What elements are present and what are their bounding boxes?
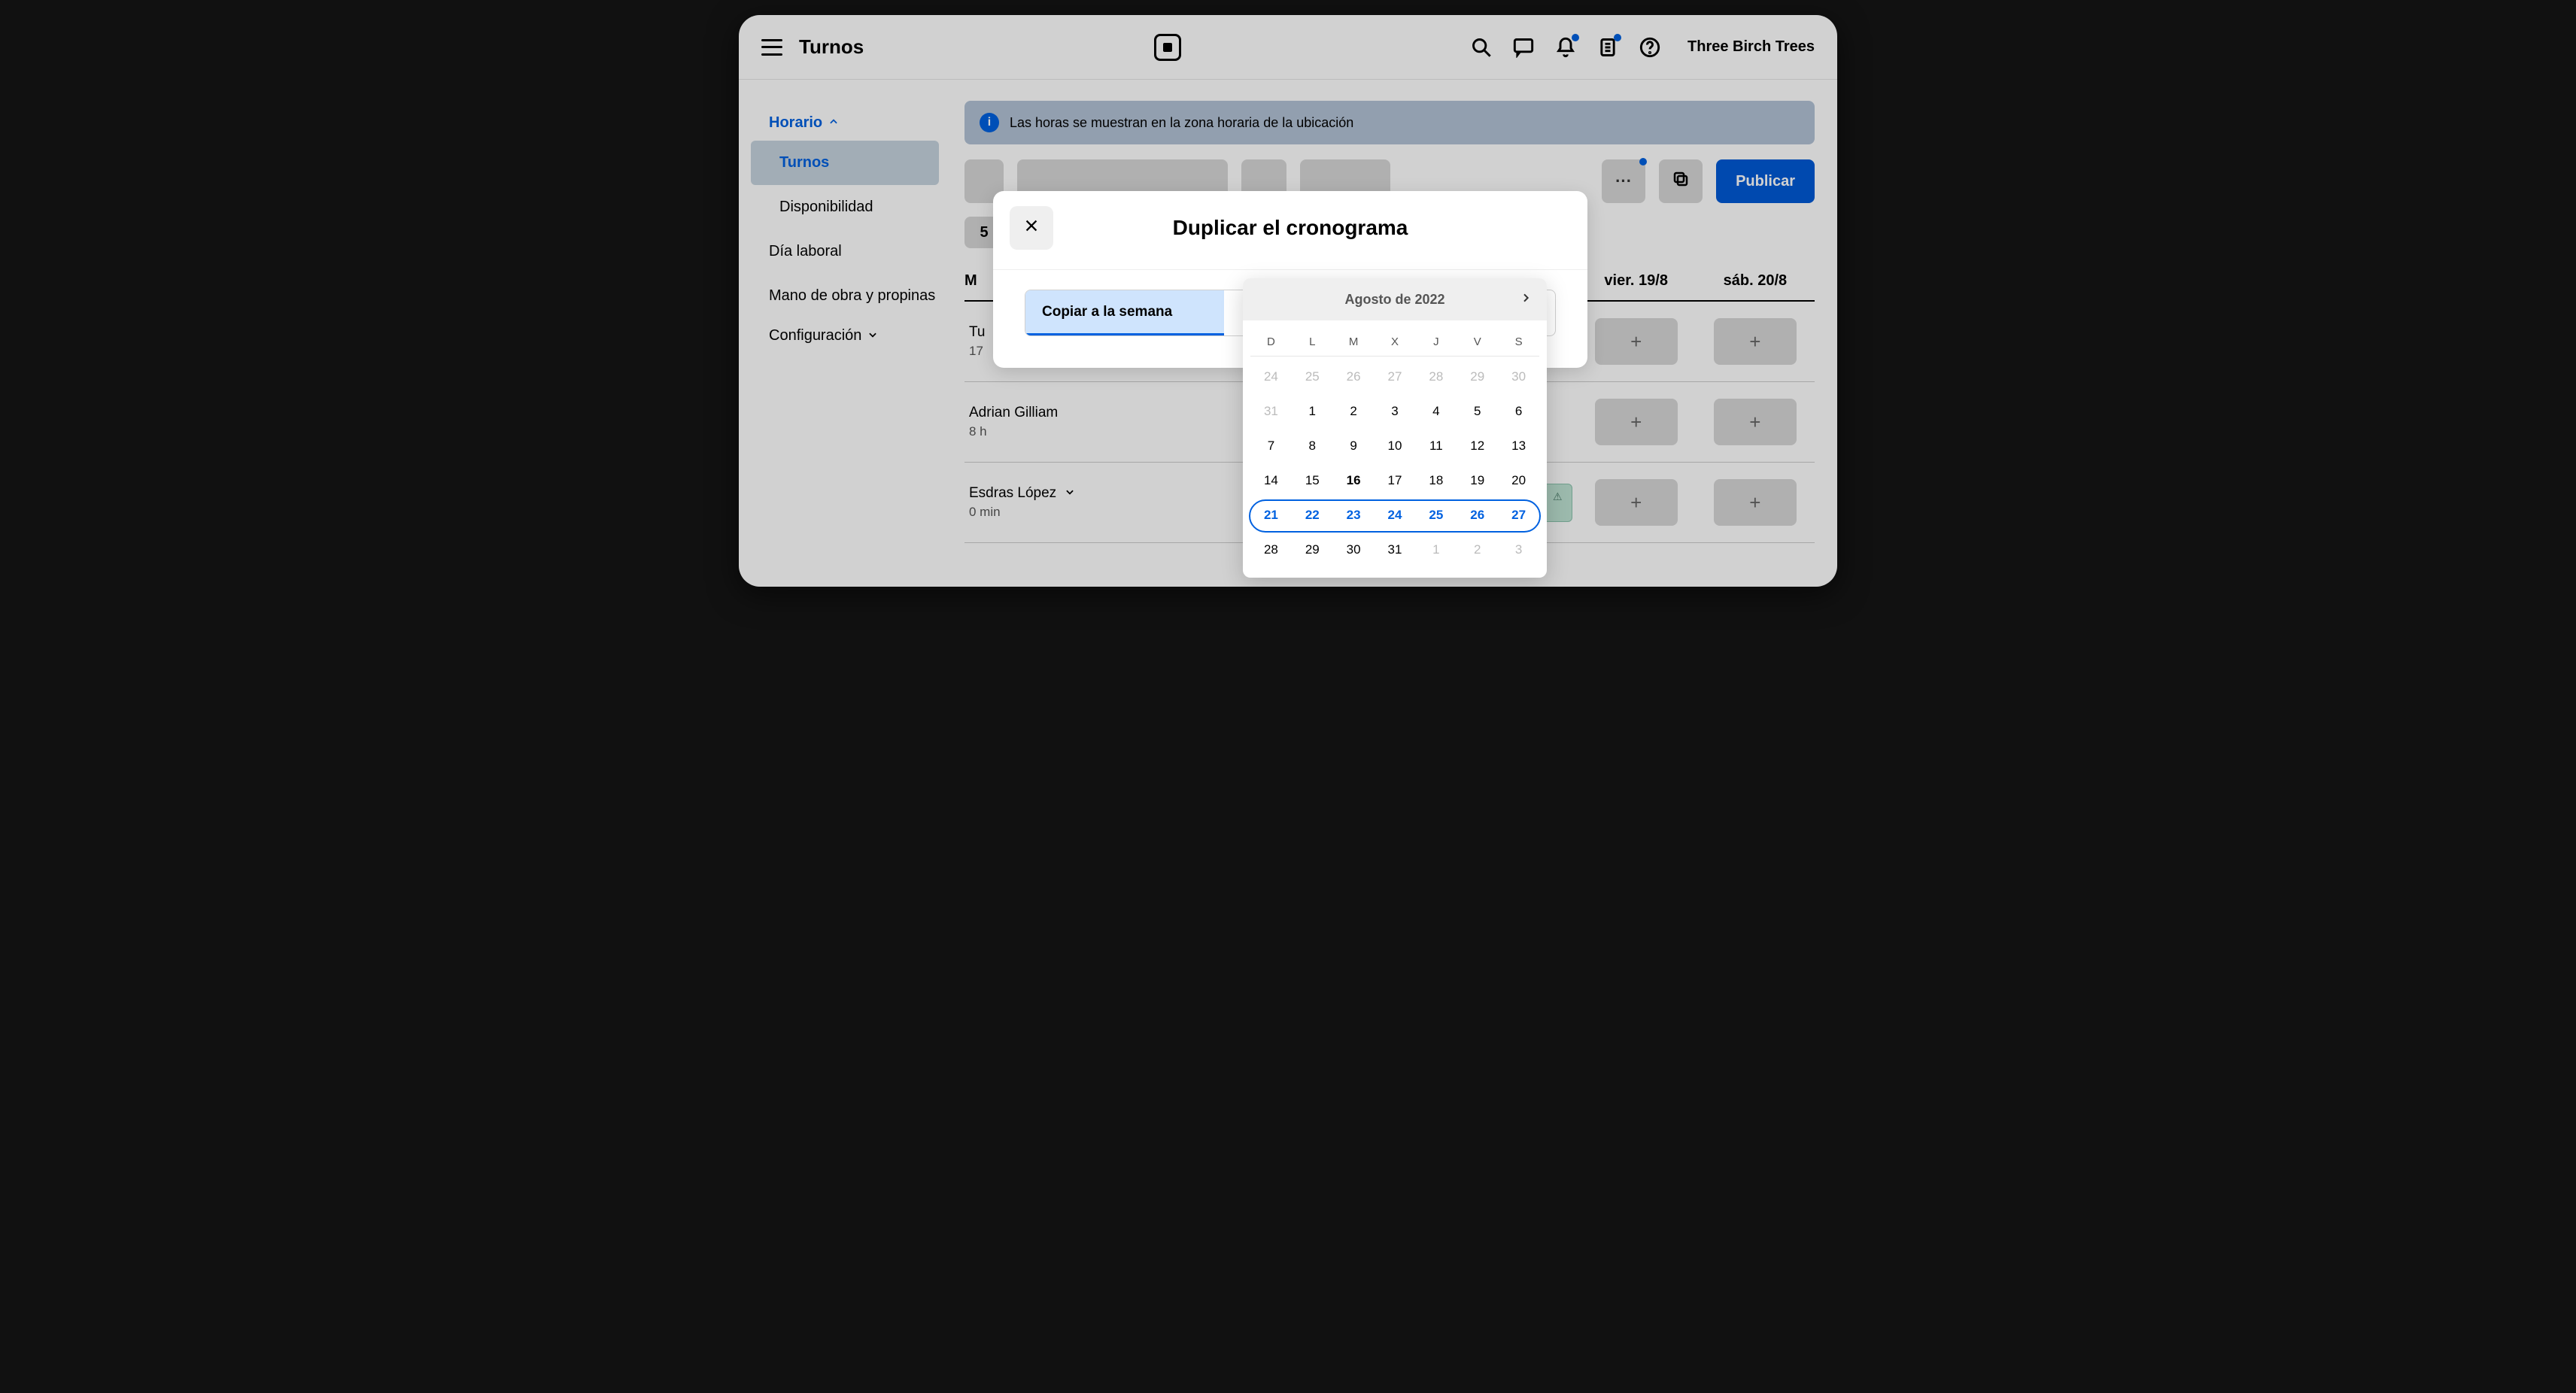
calendar-day[interactable]: 5 (1457, 394, 1498, 429)
calendar-day[interactable]: 6 (1498, 394, 1539, 429)
calendar-day[interactable]: 7 (1250, 429, 1292, 463)
calendar-day[interactable]: 1 (1292, 394, 1333, 429)
calendar-day[interactable]: 27 (1375, 360, 1416, 394)
calendar-month-label: Agosto de 2022 (1344, 292, 1444, 308)
calendar-day[interactable]: 28 (1415, 360, 1457, 394)
calendar-day[interactable]: 3 (1375, 394, 1416, 429)
calendar-day[interactable]: 30 (1498, 360, 1539, 394)
calendar-day[interactable]: 11 (1415, 429, 1457, 463)
calendar-day[interactable]: 26 (1457, 498, 1498, 533)
calendar-day[interactable]: 31 (1250, 394, 1292, 429)
calendar-day[interactable]: 19 (1457, 463, 1498, 498)
calendar-day[interactable]: 20 (1498, 463, 1539, 498)
close-icon (1023, 217, 1040, 239)
calendar-dow: M (1333, 325, 1375, 357)
calendar-day[interactable]: 27 (1498, 498, 1539, 533)
calendar-day[interactable]: 28 (1250, 533, 1292, 567)
calendar-day[interactable]: 2 (1333, 394, 1375, 429)
calendar-day[interactable]: 18 (1415, 463, 1457, 498)
calendar-day[interactable]: 3 (1498, 533, 1539, 567)
calendar-day[interactable]: 29 (1457, 360, 1498, 394)
calendar-day[interactable]: 14 (1250, 463, 1292, 498)
calendar-day[interactable]: 22 (1292, 498, 1333, 533)
calendar-day[interactable]: 16 (1333, 463, 1375, 498)
calendar-day[interactable]: 23 (1333, 498, 1375, 533)
calendar-day[interactable]: 12 (1457, 429, 1498, 463)
calendar-day[interactable]: 9 (1333, 429, 1375, 463)
calendar-day[interactable]: 24 (1375, 498, 1416, 533)
calendar-dow: D (1250, 325, 1292, 357)
calendar-day[interactable]: 2 (1457, 533, 1498, 567)
calendar-day[interactable]: 13 (1498, 429, 1539, 463)
calendar-day[interactable]: 17 (1375, 463, 1416, 498)
calendar-day[interactable]: 21 (1250, 498, 1292, 533)
calendar-day[interactable]: 24 (1250, 360, 1292, 394)
modal-title: Duplicar el cronograma (1053, 216, 1527, 240)
calendar-dow: X (1375, 325, 1416, 357)
calendar-day[interactable]: 31 (1375, 533, 1416, 567)
close-button[interactable] (1010, 206, 1053, 250)
calendar-day[interactable]: 25 (1415, 498, 1457, 533)
calendar-day[interactable]: 4 (1415, 394, 1457, 429)
calendar-dow: S (1498, 325, 1539, 357)
calendar-header: Agosto de 2022 (1243, 278, 1547, 320)
calendar-day[interactable]: 8 (1292, 429, 1333, 463)
chevron-right-icon (1520, 291, 1532, 308)
calendar-day[interactable]: 29 (1292, 533, 1333, 567)
calendar-day[interactable]: 30 (1333, 533, 1375, 567)
calendar-day[interactable]: 26 (1333, 360, 1375, 394)
calendar-dow: L (1292, 325, 1333, 357)
calendar-day[interactable]: 10 (1375, 429, 1416, 463)
copy-label: Copiar a la semana (1025, 290, 1224, 335)
calendar-dow: J (1415, 325, 1457, 357)
calendar-dow: V (1457, 325, 1498, 357)
calendar-popover: Agosto de 2022 DLMXJVS242526272829303112… (1243, 278, 1547, 578)
calendar-next-button[interactable] (1515, 289, 1536, 310)
calendar-day[interactable]: 1 (1415, 533, 1457, 567)
calendar-day[interactable]: 15 (1292, 463, 1333, 498)
calendar-day[interactable]: 25 (1292, 360, 1333, 394)
